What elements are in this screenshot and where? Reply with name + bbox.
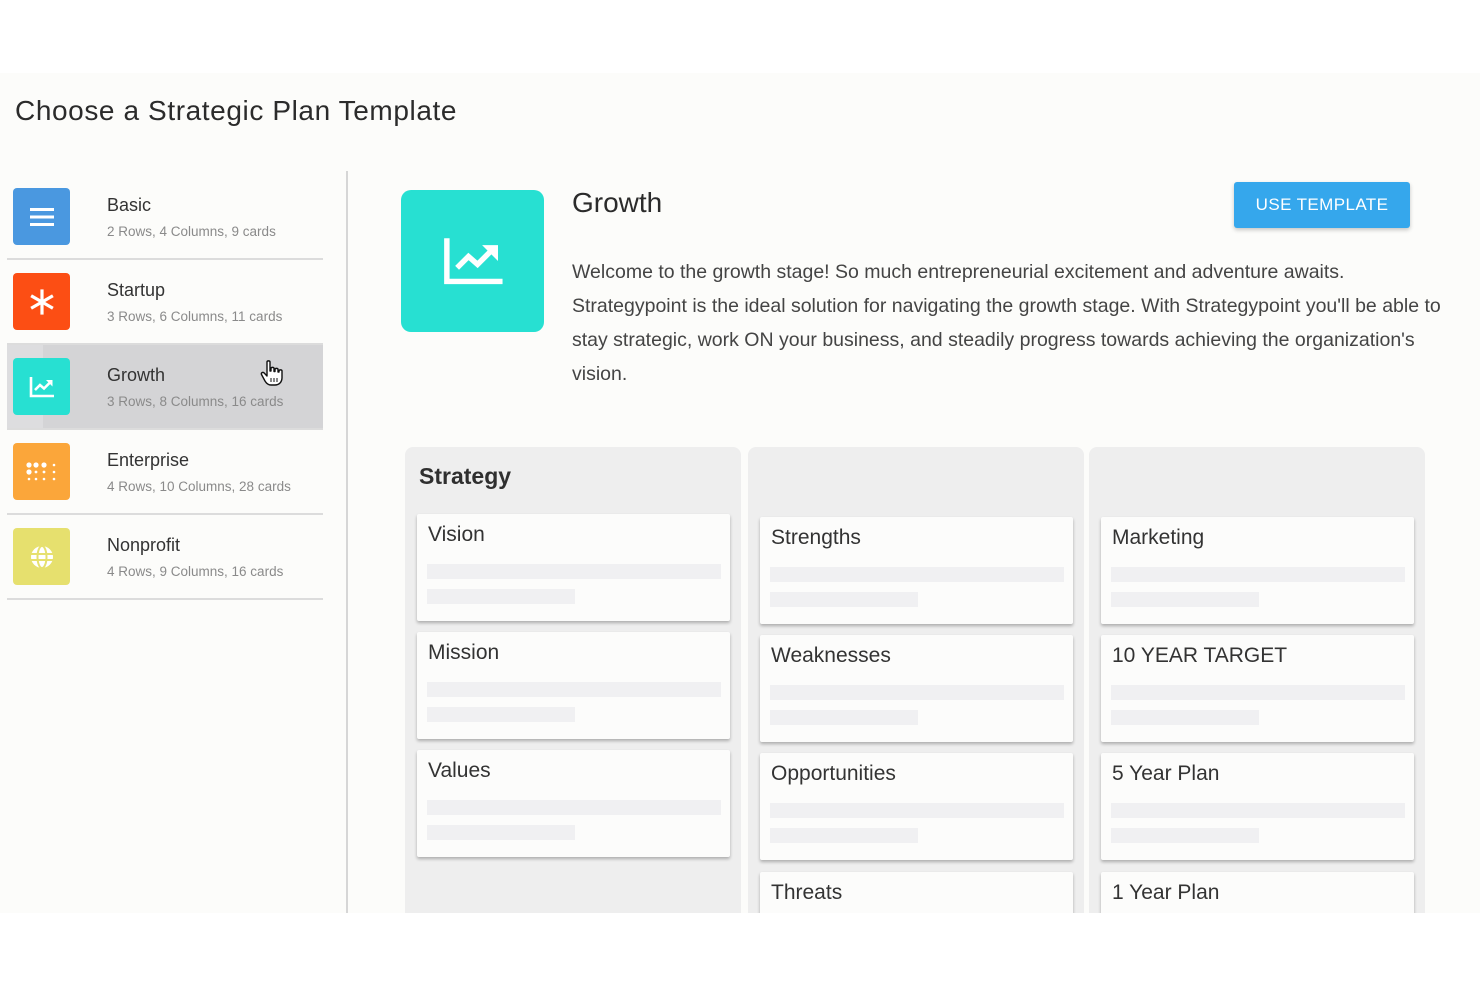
card-title: Strengths: [771, 526, 861, 549]
board-card: 10 YEAR TARGET: [1101, 635, 1414, 742]
board-column-swot: Strengths Weaknesses Opportunities Threa…: [748, 447, 1084, 913]
detail-title: Growth: [572, 187, 663, 218]
template-name: Basic: [107, 195, 152, 215]
template-icon-startup: [13, 273, 70, 330]
card-title: Marketing: [1112, 526, 1205, 549]
template-icon-basic: [13, 188, 70, 245]
card-title: Vision: [428, 523, 485, 546]
template-name: Startup: [107, 280, 166, 300]
template-meta: 2 Rows, 4 Columns, 9 cards: [107, 224, 276, 239]
template-icon-growth: [13, 358, 70, 415]
globe-icon: [30, 544, 53, 569]
card-title: 1 Year Plan: [1112, 881, 1220, 904]
use-template-button[interactable]: USE TEMPLATE: [1234, 182, 1410, 228]
placeholder-line: [427, 564, 721, 579]
board-card: Opportunities: [760, 753, 1073, 860]
placeholder-line: [770, 803, 1064, 818]
template-chooser: Choose a Strategic Plan Template Basic 2…: [0, 73, 1480, 913]
template-icon-enterprise: [13, 443, 70, 500]
list-icon: [29, 207, 54, 226]
card-title: 10 YEAR TARGET: [1112, 644, 1288, 667]
placeholder-line: [1111, 685, 1405, 700]
trending-up-icon: [443, 238, 503, 285]
template-icon-nonprofit: [13, 528, 70, 585]
template-item-growth[interactable]: Growth 3 Rows, 8 Columns, 16 cards: [7, 345, 323, 430]
board-card: Strengths: [760, 517, 1073, 624]
board-column-plans: Marketing 10 YEAR TARGET 5 Year Plan 1 Y…: [1089, 447, 1425, 913]
template-meta: 4 Rows, 9 Columns, 16 cards: [107, 564, 284, 579]
placeholder-line: [427, 800, 721, 815]
card-title: Threats: [771, 881, 843, 904]
card-title: 5 Year Plan: [1112, 762, 1220, 785]
column-title: Strategy: [419, 463, 512, 489]
card-title: Mission: [428, 641, 500, 664]
board-column-strategy: Strategy Vision Mission Values: [405, 447, 741, 913]
board-card: Threats: [760, 872, 1073, 913]
placeholder-line: [770, 592, 918, 607]
template-name: Nonprofit: [107, 535, 181, 555]
detail-icon: [401, 190, 544, 332]
page-title: Choose a Strategic Plan Template: [15, 95, 458, 126]
card-title: Opportunities: [771, 762, 896, 785]
hand-pointer-cursor-icon: [260, 360, 283, 386]
placeholder-line: [427, 825, 575, 840]
placeholder-line: [770, 567, 1064, 582]
placeholder-line: [1111, 710, 1259, 725]
trending-up-icon: [29, 376, 54, 397]
template-item-enterprise[interactable]: Enterprise 4 Rows, 10 Columns, 28 cards: [7, 430, 323, 515]
template-list: Basic 2 Rows, 4 Columns, 9 cards Startup…: [7, 175, 323, 600]
board-card: Marketing: [1101, 517, 1414, 624]
placeholder-line: [427, 589, 575, 604]
board-card: Values: [417, 750, 730, 857]
board-card: 1 Year Plan: [1101, 872, 1414, 913]
placeholder-line: [1111, 828, 1259, 843]
placeholder-line: [1111, 592, 1259, 607]
placeholder-line: [770, 710, 918, 725]
template-meta: 3 Rows, 6 Columns, 11 cards: [107, 309, 283, 324]
placeholder-line: [427, 707, 575, 722]
asterisk-icon: [29, 288, 54, 315]
template-name: Growth: [107, 365, 166, 385]
placeholder-line: [770, 828, 918, 843]
grid-dots-icon: [25, 461, 55, 480]
card-title: Weaknesses: [771, 644, 891, 667]
template-meta: 4 Rows, 10 Columns, 28 cards: [107, 479, 291, 494]
template-meta: 3 Rows, 8 Columns, 16 cards: [107, 394, 284, 409]
sidebar-divider: [346, 171, 348, 913]
placeholder-line: [770, 685, 1064, 700]
board-card: Weaknesses: [760, 635, 1073, 742]
template-item-nonprofit[interactable]: Nonprofit 4 Rows, 9 Columns, 16 cards: [7, 515, 323, 600]
template-item-startup[interactable]: Startup 3 Rows, 6 Columns, 11 cards: [7, 260, 323, 345]
card-title: Values: [428, 759, 491, 782]
placeholder-line: [427, 682, 721, 697]
board-card: Vision: [417, 514, 730, 621]
template-item-basic[interactable]: Basic 2 Rows, 4 Columns, 9 cards: [7, 175, 323, 260]
placeholder-line: [1111, 803, 1405, 818]
detail-description: Welcome to the growth stage! So much ent…: [572, 261, 1441, 385]
template-name: Enterprise: [107, 450, 190, 470]
board-card: Mission: [417, 632, 730, 739]
board-card: 5 Year Plan: [1101, 753, 1414, 860]
placeholder-line: [1111, 567, 1405, 582]
